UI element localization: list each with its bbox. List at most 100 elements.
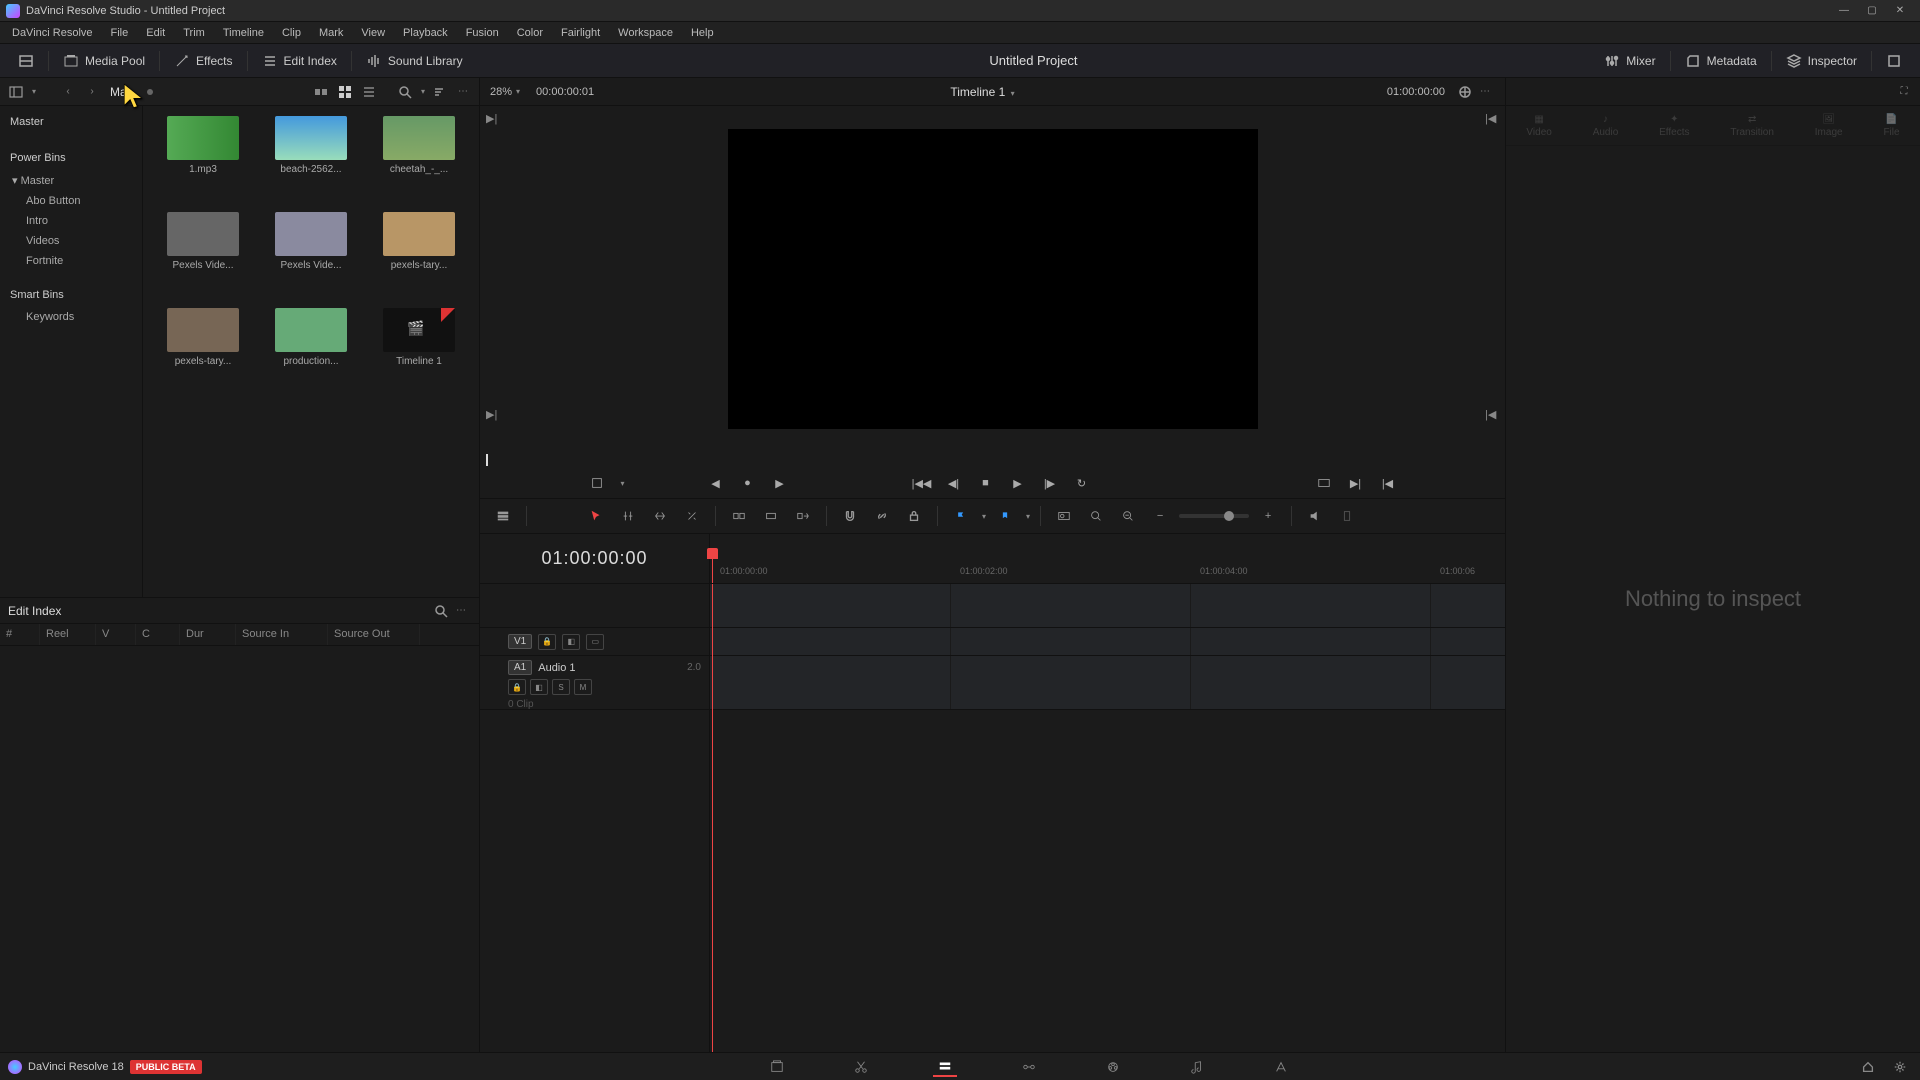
bypass-color-button[interactable] bbox=[1455, 82, 1475, 102]
maximize-button[interactable]: ▢ bbox=[1858, 2, 1886, 20]
clip-thumbnail[interactable]: cheetah_-_... bbox=[369, 116, 469, 206]
ei-col-reel[interactable]: Reel bbox=[40, 624, 96, 645]
inspector-tab-effects[interactable]: ✦Effects bbox=[1659, 114, 1689, 138]
close-button[interactable]: ✕ bbox=[1886, 2, 1914, 20]
ei-col-v[interactable]: V bbox=[96, 624, 136, 645]
v1-auto-select[interactable]: ◧ bbox=[562, 634, 580, 650]
insert-clip-button[interactable] bbox=[726, 504, 752, 528]
trim-tool[interactable] bbox=[615, 504, 641, 528]
edit-index-toggle[interactable]: Edit Index bbox=[252, 49, 347, 73]
custom-zoom[interactable] bbox=[1115, 504, 1141, 528]
timeline-timecode[interactable]: 01:00:00:00 bbox=[480, 534, 709, 584]
scrubber-playhead[interactable] bbox=[486, 454, 488, 466]
list-view-button[interactable] bbox=[359, 82, 379, 102]
timeline-name[interactable]: Timeline 1 bbox=[950, 85, 1005, 99]
menu-trim[interactable]: Trim bbox=[175, 25, 213, 41]
bin-list-toggle[interactable] bbox=[6, 82, 26, 102]
full-screen-button[interactable] bbox=[1876, 49, 1912, 73]
menu-fairlight[interactable]: Fairlight bbox=[553, 25, 608, 41]
timeline-view-options[interactable] bbox=[490, 504, 516, 528]
menu-edit[interactable]: Edit bbox=[138, 25, 173, 41]
marker-button[interactable] bbox=[992, 504, 1018, 528]
stop-button[interactable]: ■ bbox=[975, 472, 997, 494]
zoom-slider[interactable] bbox=[1179, 514, 1249, 518]
a1-auto-select[interactable]: ◧ bbox=[530, 679, 548, 695]
viewer-canvas[interactable] bbox=[728, 129, 1258, 429]
next-clip-button[interactable]: ▶ bbox=[769, 472, 791, 494]
ei-col-source-in[interactable]: Source In bbox=[236, 624, 328, 645]
a1-lock-toggle[interactable]: 🔒 bbox=[508, 679, 526, 695]
step-back-button[interactable]: ◀| bbox=[943, 472, 965, 494]
inspector-tab-image[interactable]: 🖼Image bbox=[1815, 114, 1843, 138]
ei-col--[interactable]: # bbox=[0, 624, 40, 645]
clip-thumbnail[interactable]: pexels-tary... bbox=[369, 212, 469, 302]
selection-tool[interactable] bbox=[583, 504, 609, 528]
inspector-expand-button[interactable]: ⛶ bbox=[1894, 82, 1914, 102]
edit-page-button[interactable] bbox=[933, 1057, 957, 1077]
inspector-toggle[interactable]: Inspector bbox=[1776, 49, 1867, 73]
color-page-button[interactable] bbox=[1101, 1057, 1125, 1077]
menu-workspace[interactable]: Workspace bbox=[610, 25, 681, 41]
track-lane-a1[interactable] bbox=[710, 656, 1505, 710]
power-bin-fortnite[interactable]: Fortnite bbox=[0, 251, 142, 271]
menu-playback[interactable]: Playback bbox=[395, 25, 456, 41]
clip-thumbnail[interactable]: 1.mp3 bbox=[153, 116, 253, 206]
replace-clip-button[interactable] bbox=[790, 504, 816, 528]
go-last-icon[interactable]: |◀ bbox=[1485, 408, 1499, 422]
nav-back-button[interactable]: ‹ bbox=[58, 82, 78, 102]
zoom-in-button[interactable]: + bbox=[1255, 504, 1281, 528]
timeline-ruler[interactable]: 01:00:00:00 01:00:02:00 01:00:04:00 01:0… bbox=[710, 534, 1505, 584]
sound-library-toggle[interactable]: Sound Library bbox=[356, 49, 473, 73]
link-toggle[interactable] bbox=[869, 504, 895, 528]
pool-options-button[interactable]: ⋯ bbox=[453, 82, 473, 102]
marker-chevron[interactable]: ▾ bbox=[1026, 512, 1030, 521]
mixer-toggle[interactable]: Mixer bbox=[1594, 49, 1665, 73]
monitor-audio-button[interactable] bbox=[1302, 504, 1328, 528]
flag-button[interactable] bbox=[948, 504, 974, 528]
inspector-tab-video[interactable]: ▦Video bbox=[1526, 114, 1551, 138]
play-button[interactable]: ▶ bbox=[1007, 472, 1029, 494]
track-tag-a1[interactable]: A1 bbox=[508, 660, 532, 675]
a1-solo-toggle[interactable]: S bbox=[552, 679, 570, 695]
master-bin[interactable]: Master bbox=[0, 110, 142, 134]
smart-bin-keywords[interactable]: Keywords bbox=[0, 307, 142, 327]
track-header-v1[interactable]: V1 🔒 ◧ ▭ bbox=[480, 628, 709, 656]
inspector-tab-transition[interactable]: ⇄Transition bbox=[1730, 114, 1774, 138]
effects-toggle[interactable]: Effects bbox=[164, 49, 242, 73]
search-options-chevron[interactable]: ▾ bbox=[421, 87, 425, 96]
menu-file[interactable]: File bbox=[103, 25, 137, 41]
menu-davinci-resolve[interactable]: DaVinci Resolve bbox=[4, 25, 101, 41]
nav-fwd-button[interactable]: › bbox=[82, 82, 102, 102]
power-bin-abo-button[interactable]: Abo Button bbox=[0, 191, 142, 211]
strip-view-button[interactable] bbox=[311, 82, 331, 102]
inspector-tab-audio[interactable]: ♪Audio bbox=[1593, 114, 1619, 138]
a1-mute-toggle[interactable]: M bbox=[574, 679, 592, 695]
transform-mode-button[interactable] bbox=[586, 472, 608, 494]
fairlight-page-button[interactable] bbox=[1185, 1057, 1209, 1077]
clip-thumbnail[interactable]: pexels-tary... bbox=[153, 308, 253, 398]
match-frame-out-icon[interactable]: ▶| bbox=[486, 112, 500, 126]
menu-timeline[interactable]: Timeline bbox=[215, 25, 272, 41]
blade-tool[interactable] bbox=[679, 504, 705, 528]
ei-col-source-out[interactable]: Source Out bbox=[328, 624, 420, 645]
deliver-page-button[interactable] bbox=[1269, 1057, 1293, 1077]
loop-button[interactable]: ↻ bbox=[1071, 472, 1093, 494]
media-pool-toggle[interactable]: Media Pool bbox=[53, 49, 155, 73]
media-page-button[interactable] bbox=[765, 1057, 789, 1077]
dynamic-trim-tool[interactable] bbox=[647, 504, 673, 528]
home-button[interactable] bbox=[1856, 1057, 1880, 1077]
power-bin-intro[interactable]: Intro bbox=[0, 211, 142, 231]
project-settings-button[interactable] bbox=[1888, 1057, 1912, 1077]
minimize-button[interactable]: — bbox=[1830, 2, 1858, 20]
go-first-icon[interactable]: ▶| bbox=[486, 408, 500, 422]
menu-clip[interactable]: Clip bbox=[274, 25, 309, 41]
transform-chevron[interactable]: ▾ bbox=[620, 479, 624, 488]
zoom-percent[interactable]: 28%▾ bbox=[490, 86, 520, 98]
cut-page-button[interactable] bbox=[849, 1057, 873, 1077]
v1-visible-toggle[interactable]: ▭ bbox=[586, 634, 604, 650]
power-bin-master[interactable]: Master bbox=[0, 170, 142, 191]
track-lane-v1[interactable] bbox=[710, 628, 1505, 656]
menu-help[interactable]: Help bbox=[683, 25, 722, 41]
menu-mark[interactable]: Mark bbox=[311, 25, 351, 41]
workspace-layout-button[interactable] bbox=[8, 49, 44, 73]
